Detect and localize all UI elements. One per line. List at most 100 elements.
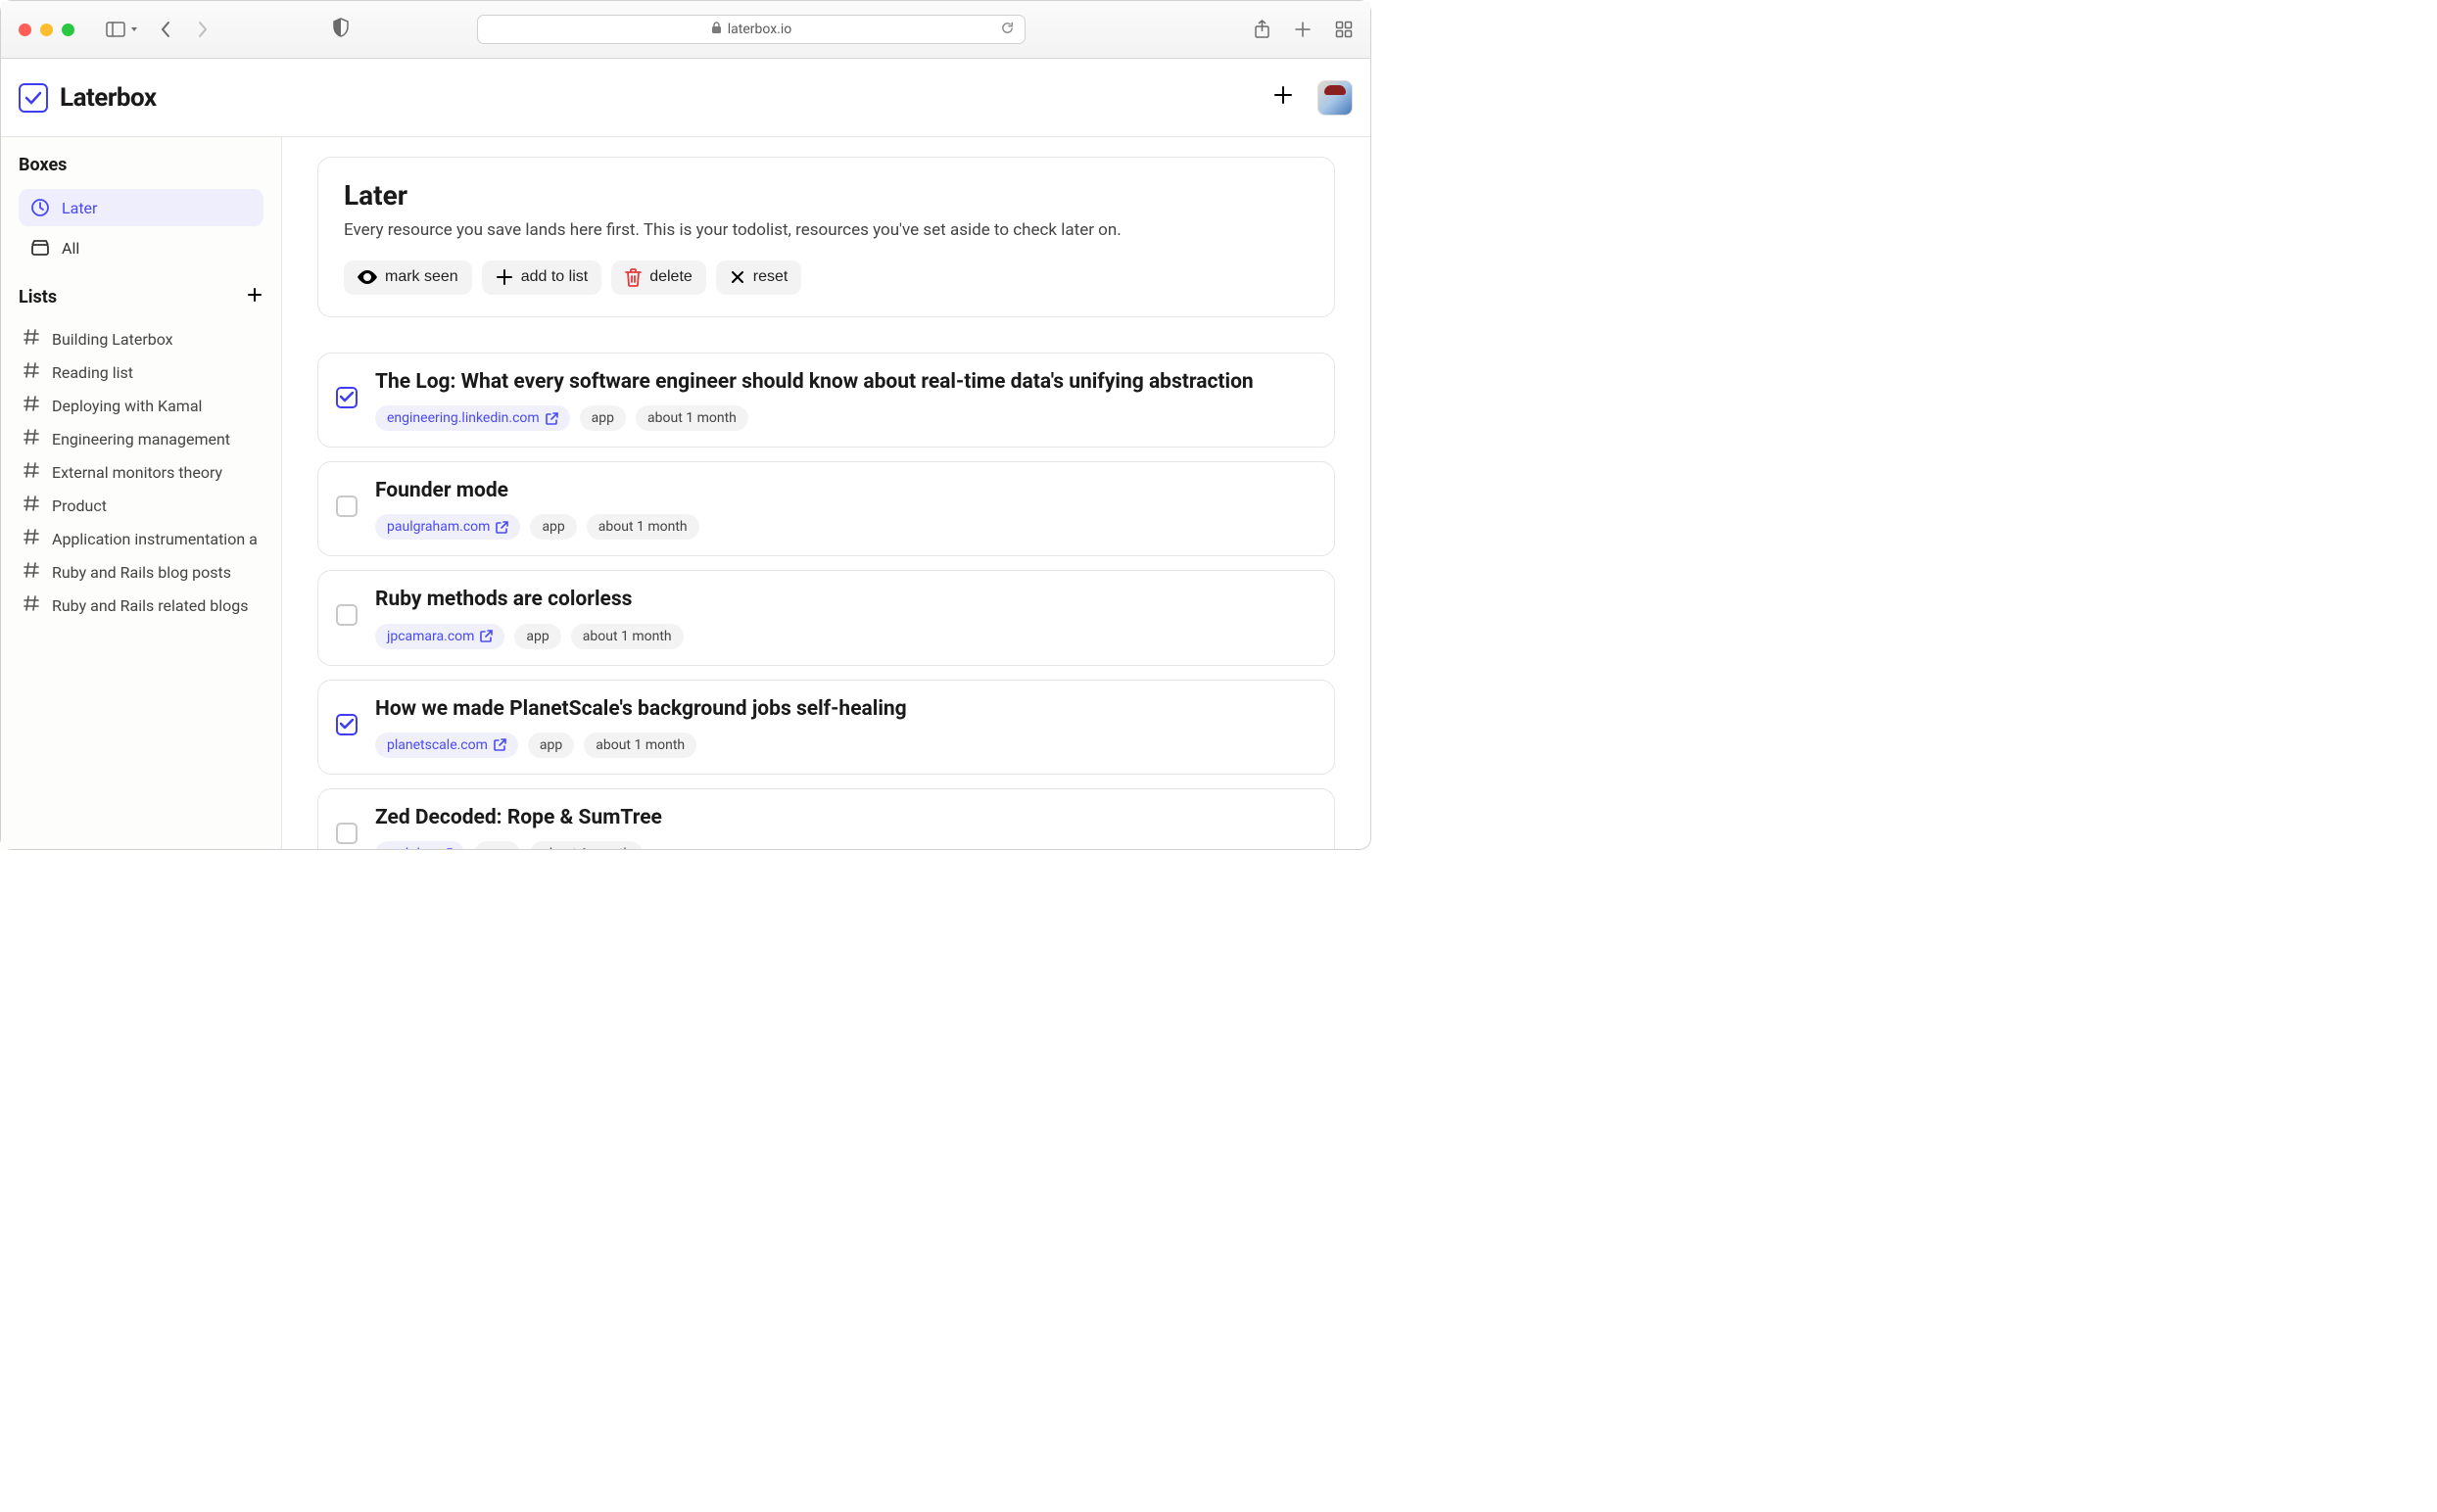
- check-icon: [340, 719, 354, 730]
- sidebar-box-all[interactable]: All: [19, 230, 263, 266]
- sidebar-box-label: Later: [62, 199, 97, 217]
- resource-card[interactable]: Ruby methods are colorless jpcamara.com a…: [317, 570, 1335, 665]
- sidebar-list-label: Ruby and Rails blog posts: [52, 563, 231, 582]
- sidebar-box-label: All: [62, 239, 79, 258]
- reload-button[interactable]: [1000, 21, 1015, 39]
- brand[interactable]: Laterbox: [19, 83, 157, 113]
- brand-logo-icon: [19, 83, 48, 113]
- resource-domain-link[interactable]: jpcamara.com: [375, 624, 504, 649]
- sidebar-list-label: Reading list: [52, 363, 133, 382]
- resource-age-tag: about 1 month: [584, 732, 696, 758]
- delete-button[interactable]: delete: [611, 260, 706, 295]
- resource-checkbox[interactable]: [336, 714, 358, 735]
- hero-panel: Later Every resource you save lands here…: [317, 157, 1335, 317]
- resource-card[interactable]: Zed Decoded: Rope & SumTree zed.dev app ab…: [317, 788, 1335, 849]
- resource-domain-link[interactable]: engineering.linkedin.com: [375, 405, 570, 431]
- address-bar[interactable]: laterbox.io: [477, 15, 1026, 44]
- resource-card[interactable]: How we made PlanetScale's background job…: [317, 680, 1335, 775]
- resource-title: Zed Decoded: Rope & SumTree: [375, 805, 1316, 831]
- plus-icon: [496, 268, 513, 286]
- resource-checkbox[interactable]: [336, 496, 358, 517]
- add-button[interactable]: [1272, 84, 1294, 112]
- reset-button[interactable]: reset: [716, 260, 802, 295]
- page-description: Every resource you save lands here first…: [344, 219, 1309, 243]
- resource-source-tag: app: [474, 841, 520, 849]
- hash-icon: [23, 561, 40, 583]
- hash-icon: [23, 528, 40, 549]
- sidebar-list-label: Engineering management: [52, 430, 230, 449]
- sidebar-boxes-title: Boxes: [19, 155, 263, 175]
- sidebar-list-label: Deploying with Kamal: [52, 397, 202, 415]
- external-link-icon: [440, 848, 453, 849]
- external-link-icon: [546, 412, 558, 425]
- add-to-list-button[interactable]: add to list: [482, 260, 601, 295]
- sidebar-box-later[interactable]: Later: [19, 189, 263, 226]
- inbox-icon: [30, 240, 50, 257]
- resource-title: Founder mode: [375, 478, 1316, 504]
- forward-button[interactable]: [196, 21, 210, 38]
- hash-icon: [23, 328, 40, 350]
- check-icon: [340, 392, 354, 402]
- sidebar-list-item[interactable]: Ruby and Rails related blogs: [19, 589, 263, 622]
- resource-source-tag: app: [528, 732, 574, 758]
- resource-card[interactable]: The Log: What every software engineer sh…: [317, 353, 1335, 448]
- resource-checkbox[interactable]: [336, 823, 358, 844]
- new-tab-button[interactable]: [1294, 20, 1312, 39]
- resource-domain-link[interactable]: zed.dev: [375, 841, 464, 849]
- add-list-button[interactable]: [246, 286, 263, 308]
- sidebar-list-item[interactable]: Reading list: [19, 355, 263, 389]
- hash-icon: [23, 361, 40, 383]
- share-button[interactable]: [1254, 20, 1270, 39]
- sidebar-list-item[interactable]: Deploying with Kamal: [19, 389, 263, 422]
- sidebar-toggle-button[interactable]: [106, 22, 139, 37]
- hash-icon: [23, 395, 40, 416]
- brand-name: Laterbox: [60, 83, 157, 113]
- sidebar-list-item[interactable]: External monitors theory: [19, 455, 263, 489]
- tab-overview-button[interactable]: [1335, 20, 1353, 39]
- app-header: Laterbox: [1, 59, 1370, 137]
- resource-age-tag: about 1 month: [530, 841, 643, 849]
- external-link-icon: [494, 738, 506, 751]
- browser-chrome: laterbox.io: [1, 1, 1370, 59]
- sidebar-list-label: Application instrumentation a: [52, 530, 258, 548]
- avatar[interactable]: [1317, 80, 1353, 116]
- lock-icon: [711, 22, 722, 38]
- hash-icon: [23, 594, 40, 616]
- sidebar-list-item[interactable]: Engineering management: [19, 422, 263, 455]
- hash-icon: [23, 428, 40, 449]
- hash-icon: [23, 495, 40, 516]
- minimize-window-button[interactable]: [40, 24, 53, 36]
- main-content: Later Every resource you save lands here…: [282, 137, 1370, 849]
- sidebar-list-item[interactable]: Building Laterbox: [19, 322, 263, 355]
- sidebar-list-item[interactable]: Ruby and Rails blog posts: [19, 555, 263, 589]
- back-button[interactable]: [159, 21, 172, 38]
- maximize-window-button[interactable]: [62, 24, 74, 36]
- resource-domain-link[interactable]: paulgraham.com: [375, 514, 520, 540]
- resource-source-tag: app: [514, 624, 560, 649]
- sidebar-lists-title: Lists: [19, 287, 57, 307]
- resource-source-tag: app: [530, 514, 576, 540]
- clock-icon: [30, 198, 50, 217]
- address-bar-host: laterbox.io: [728, 22, 792, 37]
- privacy-shield-icon[interactable]: [332, 18, 356, 41]
- resource-age-tag: about 1 month: [587, 514, 699, 540]
- sidebar-list-item[interactable]: Application instrumentation a: [19, 522, 263, 555]
- resource-source-tag: app: [580, 405, 626, 431]
- resource-checkbox[interactable]: [336, 387, 358, 408]
- resource-checkbox[interactable]: [336, 604, 358, 626]
- eye-icon: [358, 270, 377, 284]
- sidebar-list-item[interactable]: Product: [19, 489, 263, 522]
- close-icon: [730, 269, 745, 285]
- mark-seen-button[interactable]: mark seen: [344, 260, 472, 295]
- hash-icon: [23, 461, 40, 483]
- sidebar-list-label: Product: [52, 496, 107, 515]
- resource-title: Ruby methods are colorless: [375, 587, 1316, 613]
- sidebar-list-label: Ruby and Rails related blogs: [52, 596, 249, 615]
- resource-age-tag: about 1 month: [636, 405, 748, 431]
- close-window-button[interactable]: [19, 24, 31, 36]
- resource-card[interactable]: Founder mode paulgraham.com app about 1 mo…: [317, 461, 1335, 556]
- page-title: Later: [344, 179, 1309, 212]
- resource-domain-link[interactable]: planetscale.com: [375, 732, 518, 758]
- external-link-icon: [496, 521, 508, 534]
- trash-icon: [625, 268, 642, 287]
